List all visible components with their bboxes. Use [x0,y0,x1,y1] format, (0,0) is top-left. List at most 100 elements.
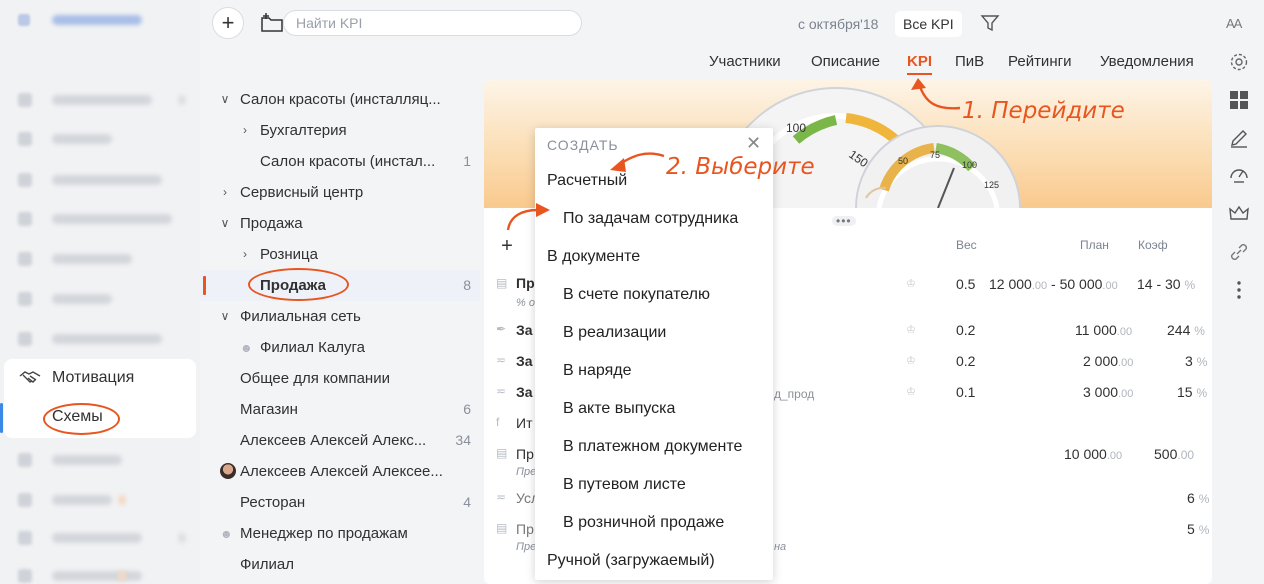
tree-node-label: Ресторан [240,494,306,511]
add-kpi-button[interactable]: + [496,236,518,258]
menu-item-in-retail-sale[interactable]: В розничной продаже [563,514,724,532]
tree-node[interactable]: ☻ Менеджер по продажам [200,518,480,549]
annotation-step2: 2. Выберите [666,154,815,180]
crown-icon[interactable] [1228,203,1250,225]
tree-node[interactable]: Магазин 6 [200,394,480,425]
kpi-plan-decimals: .00 [1118,388,1134,400]
kpi-name[interactable]: Ит [516,415,532,431]
tree-node-label: Магазин [240,401,298,418]
kpi-name[interactable]: За [516,353,533,369]
chevron-right-icon[interactable]: › [218,177,232,208]
kpi-search [283,10,582,36]
menu-item-in-payment-document[interactable]: В платежном документе [563,438,742,456]
tree-node[interactable]: ☻ Филиал Калуга [200,332,480,363]
kpi-coef-value: 500 [1154,446,1178,462]
kpi-name[interactable]: Пр [516,521,534,537]
chevron-down-icon[interactable]: ∨ [218,84,232,115]
tab-description[interactable]: Описание [811,53,880,70]
menu-item-in-waybill[interactable]: В путевом листе [563,476,686,494]
tree-node[interactable]: › Сервисный центр [200,177,480,208]
kpi-coef: 14 - 30 % [1137,276,1195,292]
tree-node-label: Алексеев Алексей Алекс... [240,432,427,449]
tree-node[interactable]: ∨ Салон красоты (инсталляц... [200,84,480,115]
tree-node[interactable]: Филиал [200,549,480,580]
grid-icon[interactable] [1228,89,1250,111]
tab-ratings[interactable]: Рейтинги [1008,53,1071,70]
schemes-highlight-circle [43,403,120,435]
menu-item-in-sale[interactable]: В реализации [563,324,666,342]
filter-icon[interactable] [980,13,1000,33]
kpi-coef: 15 % [1177,384,1207,400]
menu-item-in-invoice[interactable]: В счете покупателю [563,286,710,304]
crown-icon[interactable]: ♔ [906,324,920,336]
kpi-plan: 12 000.00 - 50 000.00 [989,276,1118,292]
tree-node[interactable]: Общее для компании [200,363,480,394]
tree-node-count: 1 [463,153,471,169]
task-icon: ≂ [496,384,507,398]
kpi-sub: д_прод [774,387,815,401]
employees-icon: ☻ [240,341,253,355]
crown-icon[interactable]: ♔ [906,386,920,398]
chevron-right-icon[interactable]: › [238,239,252,270]
tab-notifications[interactable]: Уведомления [1100,53,1194,70]
kpi-weight: 0.5 [956,276,976,292]
tree-node[interactable]: Салон красоты (инстал... 1 [200,146,480,177]
resize-handle[interactable]: ••• [832,215,856,227]
kpi-name[interactable]: Пр [516,446,534,462]
crown-icon[interactable]: ♔ [906,355,920,367]
tree-node[interactable]: Алексеев Алексей Алексее... [200,456,480,487]
app-logo[interactable] [18,12,148,28]
tab-piv[interactable]: ПиВ [955,53,984,70]
left-sidebar: Мотивация Схемы [0,0,200,584]
menu-item-in-production-act[interactable]: В акте выпуска [563,400,675,418]
kpi-name[interactable]: Пр [516,275,535,291]
kpi-coef: 3 % [1185,353,1207,369]
font-size-button[interactable]: AA [1226,16,1242,31]
menu-item-in-document[interactable]: В документе [547,248,640,266]
close-icon[interactable]: ✕ [746,134,764,152]
speedometer-icon[interactable] [1228,163,1250,185]
tree-node[interactable]: Алексеев Алексей Алекс... 34 [200,425,480,456]
chevron-down-icon[interactable]: ∨ [218,208,232,239]
more-vertical-icon[interactable] [1228,279,1250,301]
tab-participants[interactable]: Участники [709,53,781,70]
tree-node-count: 34 [455,432,471,448]
menu-item-by-employee-tasks[interactable]: По задачам сотрудника [563,210,738,228]
add-button[interactable]: + [212,7,244,39]
chevron-down-icon[interactable]: ∨ [218,301,232,332]
period-selector[interactable]: с октября'18 [798,16,878,32]
tree-node-label: Алексеев Алексей Алексее... [240,463,443,480]
pencil-icon[interactable] [1228,127,1250,149]
gauge-small-label-100: 100 [962,160,977,170]
annotation-arrow-1 [911,78,961,110]
tree-node[interactable]: ∨ Продажа [200,208,480,239]
gauge-small-label-50: 50 [898,156,908,166]
tree-node[interactable]: › Бухгалтерия [200,115,480,146]
sidebar-item-motivation[interactable]: Мотивация [52,369,134,387]
kpi-plan-value: 10 000 [1064,446,1107,462]
tree-node[interactable]: Ресторан 4 [200,487,480,518]
tree-node[interactable]: ∨ Филиальная сеть [200,301,480,332]
kpi-plan-decimals: .00 [1118,357,1134,369]
tree-node[interactable]: › Розница [200,239,480,270]
link-icon[interactable] [1228,241,1250,263]
tab-kpi[interactable]: KPI [907,53,933,75]
kpi-coef: 5 % [1187,521,1209,537]
chevron-right-icon[interactable]: › [238,115,252,146]
kpi-name[interactable]: За [516,384,533,400]
formula-icon: f [496,415,500,429]
kpi-plan-decimals: .00 [1106,450,1123,462]
menu-item-in-order[interactable]: В наряде [563,362,631,380]
kpi-plan-decimals: .00 [1102,280,1118,292]
avatar [220,463,236,479]
kpi-name[interactable]: За [516,322,533,338]
crown-icon[interactable]: ♔ [906,278,920,290]
gear-icon[interactable] [1228,51,1250,73]
gauge-small-label-75: 75 [930,150,940,160]
kpi-sub: на [774,541,787,553]
kpi-filter-button[interactable]: Все KPI [895,11,962,37]
annotation-step1: 1. Перейдите [962,98,1125,124]
menu-item-manual[interactable]: Ручной (загружаемый) [547,552,715,570]
search-input[interactable] [296,15,566,31]
kpi-coef-value: 15 [1177,384,1193,400]
